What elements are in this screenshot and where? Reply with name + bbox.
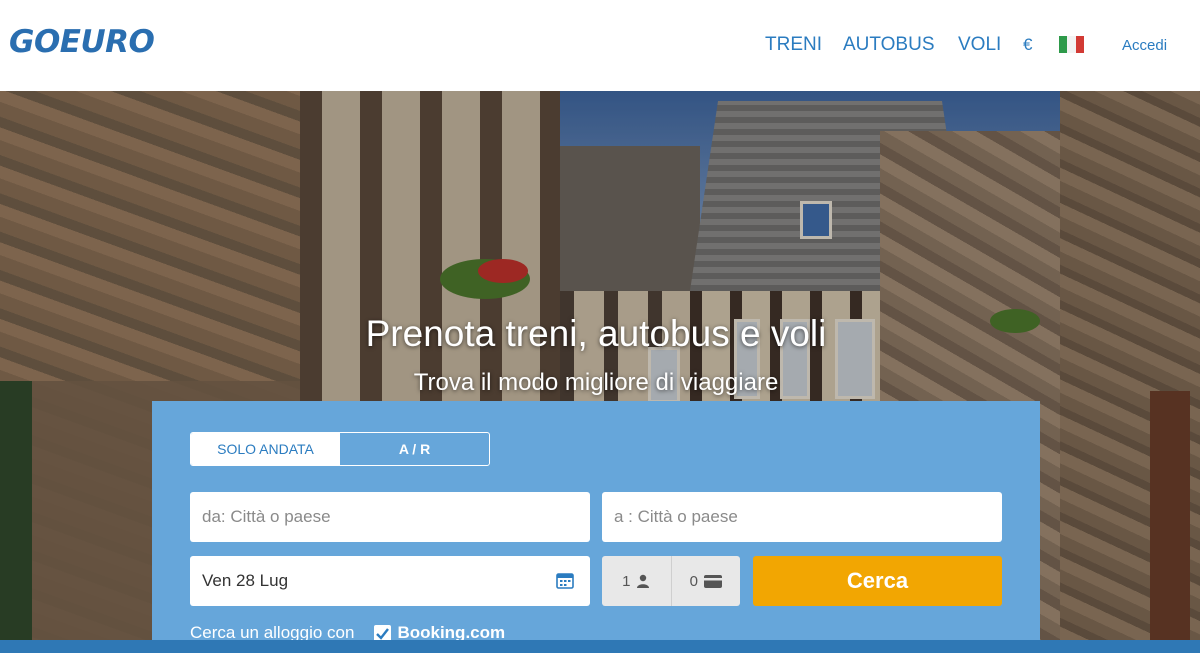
passenger-count[interactable]: 1 bbox=[602, 556, 671, 606]
calendar-icon[interactable] bbox=[556, 571, 574, 589]
passenger-count-value: 1 bbox=[622, 572, 631, 590]
nav-trains-link[interactable]: TRENI bbox=[765, 34, 822, 56]
check-icon bbox=[376, 627, 390, 640]
hero-title: Prenota treni, autobus e voli bbox=[365, 313, 827, 354]
to-placeholder: a : Città o paese bbox=[614, 507, 738, 526]
person-icon bbox=[637, 574, 650, 588]
goeuro-logo[interactable]: GOEURO bbox=[9, 24, 155, 60]
search-panel: SOLO ANDATA A / R da: Città o paese a : … bbox=[152, 401, 1040, 653]
search-button[interactable]: Cerca bbox=[753, 556, 1002, 606]
bottom-strip bbox=[0, 640, 1200, 653]
nav-flights-link[interactable]: VOLI bbox=[958, 34, 1001, 56]
tab-one-way[interactable]: SOLO ANDATA bbox=[191, 433, 340, 465]
date-value: Ven 28 Lug bbox=[202, 571, 289, 590]
from-field[interactable]: da: Città o paese bbox=[190, 492, 590, 542]
card-icon bbox=[703, 574, 722, 588]
passengers-selector[interactable]: 1 0 bbox=[602, 556, 740, 606]
date-field[interactable]: Ven 28 Lug bbox=[190, 556, 590, 606]
hero-subtitle: Trova il modo migliore di viaggiare bbox=[413, 369, 779, 396]
to-field[interactable]: a : Città o paese bbox=[602, 492, 1002, 542]
italy-flag-icon[interactable] bbox=[1059, 36, 1084, 53]
login-link[interactable]: Accedi bbox=[1122, 37, 1167, 54]
currency-selector[interactable]: € bbox=[1023, 35, 1032, 55]
discount-card-count[interactable]: 0 bbox=[670, 556, 741, 606]
trip-type-toggle: SOLO ANDATA A / R bbox=[190, 432, 490, 466]
tab-return[interactable]: A / R bbox=[340, 433, 489, 465]
top-header: GOEURO TRENI AUTOBUS VOLI € Accedi bbox=[0, 0, 1200, 91]
accommodation-checkbox[interactable] bbox=[374, 624, 392, 642]
discount-card-value: 0 bbox=[689, 572, 698, 590]
nav-bus-link[interactable]: AUTOBUS bbox=[843, 34, 935, 56]
from-placeholder: da: Città o paese bbox=[202, 507, 331, 526]
